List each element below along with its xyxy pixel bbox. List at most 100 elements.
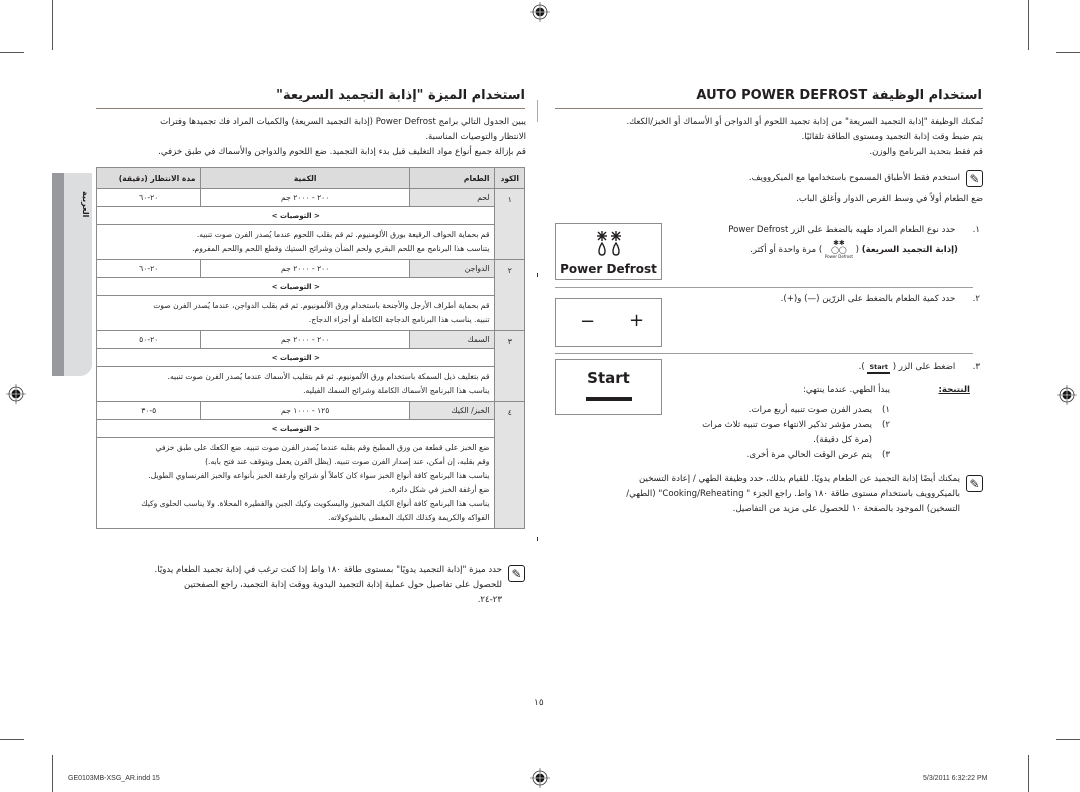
recommendations-text: قم بتغليف ذيل السمكة باستخدام ورق الألمو… [95, 366, 496, 402]
right-place-food: ضع الطعام أولاً في وسط القرص الدوار وأغل… [796, 194, 983, 204]
right-section-title: استخدام الوظيفة AUTO POWER DEFROST [696, 88, 982, 103]
recommendations-text: ضع الخبز على قطعة من ورق المطبخ وقم بقلب… [95, 437, 496, 529]
intro-line: قم فقط بتحديد البرنامج والوزن. [869, 147, 983, 157]
plus-button[interactable]: + [629, 310, 644, 331]
crop-mark [1056, 739, 1080, 740]
side-tab-dark-strip [52, 173, 64, 376]
page-number: ١٥ [534, 697, 544, 707]
header-code: الكود [494, 167, 525, 189]
result-list: ١)يصدر الفرن صوت تنبيه أربع مرات. ٢)يصدر… [660, 403, 890, 463]
note-line: يمكنك أيضًا إذابة التجميد عن الطعام يدوي… [638, 474, 960, 484]
recommendation-line: وقم بقلبه، إن أمكن، عند إصدار الفرن صوت … [205, 457, 490, 466]
minus-button[interactable]: − [580, 311, 595, 332]
header-quantity: الكمية [200, 167, 410, 189]
start-button[interactable]: Start [555, 359, 662, 415]
intro-line: الانتظار والتوصيات المناسبة. [425, 132, 526, 142]
recommendation-line: يناسب هذا البرنامج كافة أنواع الكيك المخ… [141, 499, 490, 508]
step-1-text-rest: مرة واحدة أو أكثر. [750, 245, 817, 255]
note-line: للحصول على تفاصيل حول عملية إذابة التجمي… [184, 580, 502, 590]
table-row: ٣ السمك ٢٠٠ - ٢٠٠٠ جم ٢٠-٥٠ [95, 330, 525, 402]
registration-mark-icon [530, 2, 550, 22]
right-note-manual: يمكنك أيضًا إذابة التجميد عن الطعام يدوي… [555, 472, 960, 517]
recommendations-title: < التوصيات > [95, 419, 496, 438]
crop-mark [1028, 755, 1029, 792]
step-1-line-1: ١. حدد نوع الطعام المراد طهيه بالضغط على… [680, 223, 980, 238]
crop-mark [1056, 52, 1080, 53]
crop-mark [0, 52, 24, 53]
step-1-line-2: (إذابة التجميد السريعة) ( ✱✱ ◯◯ Power Defr… [680, 239, 980, 260]
recommendation-line: يتناسب هذا البرنامج مع اللحم البقري ولحم… [192, 244, 490, 253]
power-defrost-button[interactable]: Power Defrost [555, 223, 662, 280]
note-line: حدد ميزة "إذابة التجميد يدويًا" بمستوى ط… [154, 565, 502, 575]
header-food: الطعام [408, 167, 496, 189]
cell-food: الخبز/ الكيك [408, 401, 496, 420]
recommendations-row: ضع الخبز على قطعة من ورق المطبخ وقم بقلب… [95, 437, 525, 529]
right-note-dishes: استخدم فقط الأطباق المسموح باستخدامها مع… [748, 173, 960, 183]
step-2: ٢. حدد كمية الطعام بالضغط على الزرّين (—… [680, 292, 980, 307]
cell-food: السمك [408, 330, 496, 349]
column-divider-mark [537, 537, 538, 541]
crop-mark [52, 0, 53, 50]
recommendations-title-row: < التوصيات > [95, 419, 525, 438]
recommendations-title-row: < التوصيات > [95, 277, 525, 296]
start-button-label: Start [587, 369, 630, 387]
note-icon: ✎ [508, 565, 525, 582]
inline-start-button: Start [867, 363, 890, 374]
recommendations-row: قم بتغليف ذيل السمكة باستخدام ورق الألمو… [95, 366, 525, 402]
inline-power-defrost-icon: ✱✱ ◯◯ Power Defrost [824, 239, 853, 260]
power-defrost-table: الكود الطعام الكمية مدة الانتظار (دقيقة)… [95, 167, 525, 529]
step-1-text: حدد نوع الطعام المراد طهيه بالضغط على ال… [728, 225, 956, 235]
inline-button-paren: ) [818, 245, 823, 255]
quantity-buttons: − + [555, 298, 662, 347]
cell-wait: ٢٠-٦٠ [95, 188, 202, 207]
intro-line: يبين الجدول التالي برامج Power Defrost (… [160, 117, 526, 127]
cell-wait: ٢٠-٥٠ [95, 330, 202, 349]
step-number: ٢. [972, 294, 980, 304]
column-divider-mark [537, 100, 538, 122]
cell-food: لحم [408, 188, 496, 207]
intro-line: قم بإزالة جميع أنواع مواد التغليف قبل بد… [158, 147, 526, 157]
step-2-text: حدد كمية الطعام بالضغط على الزرّين (—) و… [780, 294, 956, 304]
cell-wait: ٥-٣٠ [95, 401, 202, 420]
cell-wait: ٢٠-٦٠ [95, 259, 202, 278]
note-icon: ✎ [966, 170, 983, 187]
snowflake-drops-icon [597, 231, 621, 256]
power-defrost-button-label: Power Defrost [560, 262, 657, 276]
cell-food: الدواجن [408, 259, 496, 278]
step-divider [555, 353, 973, 354]
footer-timestamp: 5/3/2011 6:32:22 PM [923, 775, 988, 782]
step-3-text-post: ). [858, 362, 865, 372]
recommendations-text: قم بحماية أطراف الأرجل والأجنحة باستخدام… [95, 295, 496, 331]
recommendations-title: < التوصيات > [95, 206, 496, 225]
registration-mark-icon [6, 384, 26, 404]
step-3-result-text: يبدأ الطهي. عندما ينتهي: [802, 385, 890, 395]
recommendations-title: < التوصيات > [95, 348, 496, 367]
cell-quantity: ٢٠٠ - ٢٠٠٠ جم [200, 188, 410, 207]
right-intro: تُمكنك الوظيفة "إذابة التجميد السريعة" م… [555, 115, 983, 160]
step-3-text-pre: اضغط على الزر ( [892, 362, 956, 372]
intro-line: تُمكنك الوظيفة "إذابة التجميد السريعة" م… [626, 117, 983, 127]
intro-line: يتم ضبط وقت إذابة التجميد ومستوى الطاقة … [801, 132, 984, 142]
recommendations-text: قم بحماية الحواف الرقيعة بورق الألومنيوم… [95, 224, 496, 260]
recommendation-line: ضع أرغفة الخبز في شكل دائرة. [388, 485, 490, 494]
recommendation-line: يناسب هذا البرنامج الأسماك الكاملة وشرائ… [303, 386, 490, 395]
footer-file-name: GE0103MB-XSG_AR.indd 15 [68, 775, 160, 782]
cell-code: ٢ [494, 259, 525, 331]
recommendation-line: تنبيه. يناسب هذا البرنامج الدجاجة الكامل… [308, 315, 490, 324]
step-3: ٣. اضغط على الزر ( Start ). [680, 360, 980, 375]
start-button-underline [586, 397, 632, 401]
result-item: ١)يصدر الفرن صوت تنبيه أربع مرات. [748, 405, 890, 415]
result-item: ٢)يصدر مؤشر تذكير الانتهاء صوت تنبيه ثلا… [702, 420, 890, 430]
recommendations-title-row: < التوصيات > [95, 348, 525, 367]
table-header-row: الكود الطعام الكمية مدة الانتظار (دقيقة) [95, 167, 525, 189]
registration-mark-icon [530, 768, 550, 788]
left-intro: يبين الجدول التالي برامج Power Defrost (… [96, 115, 526, 160]
step-number: ٣. [972, 362, 980, 372]
step-1-function-name: (إذابة التجميد السريعة) [861, 245, 958, 255]
inline-button-paren: ( [855, 245, 860, 255]
left-title-rule [96, 108, 525, 109]
recommendations-title: < التوصيات > [95, 277, 496, 296]
right-title-rule [555, 108, 983, 109]
step-divider [555, 287, 973, 288]
crop-mark [1028, 0, 1029, 50]
